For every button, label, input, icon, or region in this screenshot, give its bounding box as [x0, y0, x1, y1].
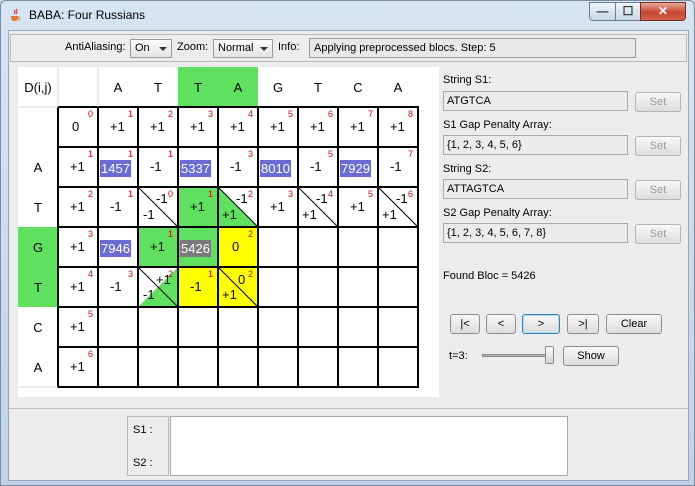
alignment-output[interactable]	[170, 416, 568, 476]
chevron-down-icon	[260, 47, 268, 51]
output-s1-label: S1 :	[133, 424, 153, 436]
set-s2-gap-button[interactable]: Set	[635, 224, 681, 244]
close-button[interactable]: ✕	[640, 2, 686, 21]
t-label: t=3:	[449, 350, 468, 362]
dp-grid: D(i,j) A T T A G T C A A T G T C A 0 +1 …	[18, 67, 439, 397]
grid-lines	[18, 67, 419, 388]
maximize-icon: ☐	[622, 4, 634, 18]
antialiasing-value: On	[135, 42, 150, 54]
show-button[interactable]: Show	[563, 346, 619, 366]
last-step-button[interactable]: >|	[567, 314, 599, 334]
found-bloc-label: Found Bloc = 5426	[443, 270, 536, 282]
s1-gap-field[interactable]: {1, 2, 3, 4, 5, 6}	[443, 135, 628, 155]
prev-step-button[interactable]: <	[486, 314, 516, 334]
first-step-button[interactable]: |<	[450, 314, 480, 334]
java-cup-icon	[11, 8, 20, 21]
s1-gap-label: S1 Gap Penalty Array:	[443, 119, 552, 131]
t-slider-track[interactable]	[482, 354, 554, 357]
title-bar[interactable]: BABA: Four Russians — ☐ ✕	[1, 1, 694, 29]
minimize-button[interactable]: —	[589, 2, 616, 21]
minimize-icon: —	[596, 4, 609, 18]
s2-gap-field[interactable]: {1, 2, 3, 4, 5, 6, 7, 8}	[443, 223, 628, 243]
next-step-button[interactable]: >	[522, 314, 560, 334]
info-field: Applying preprocessed blocs. Step: 5	[309, 38, 636, 58]
output-s2-label: S2 :	[133, 457, 153, 469]
set-s1-button[interactable]: Set	[635, 92, 681, 112]
s2-label: String S2:	[443, 163, 492, 175]
antialiasing-label: AntiAliasing:	[65, 41, 126, 53]
clear-button[interactable]: Clear	[606, 314, 662, 334]
zoom-select[interactable]: Normal	[213, 39, 273, 58]
maximize-button[interactable]: ☐	[615, 2, 641, 21]
output-label-box: S1 : S2 :	[127, 416, 169, 476]
chevron-down-icon	[159, 47, 167, 51]
s1-field[interactable]: ATGTCA	[443, 91, 628, 111]
output-panel: S1 : S2 :	[9, 408, 688, 480]
antialiasing-select[interactable]: On	[130, 39, 172, 58]
set-s2-button[interactable]: Set	[635, 180, 681, 200]
s2-field[interactable]: ATTAGTCA	[443, 179, 628, 199]
set-s1-gap-button[interactable]: Set	[635, 136, 681, 156]
app-window: BABA: Four Russians — ☐ ✕ AntiAliasing: …	[0, 0, 695, 486]
window-title: BABA: Four Russians	[29, 8, 146, 22]
s2-gap-label: S2 Gap Penalty Array:	[443, 207, 552, 219]
s1-label: String S1:	[443, 74, 492, 86]
zoom-value: Normal	[218, 42, 254, 54]
t-slider-thumb[interactable]	[545, 346, 554, 364]
zoom-label: Zoom:	[177, 41, 209, 53]
close-icon: ✕	[657, 4, 669, 18]
toolbar: AntiAliasing: On Zoom: Normal Info: Appl…	[10, 34, 687, 62]
info-label: Info:	[278, 41, 300, 53]
client-area: AntiAliasing: On Zoom: Normal Info: Appl…	[8, 30, 689, 481]
